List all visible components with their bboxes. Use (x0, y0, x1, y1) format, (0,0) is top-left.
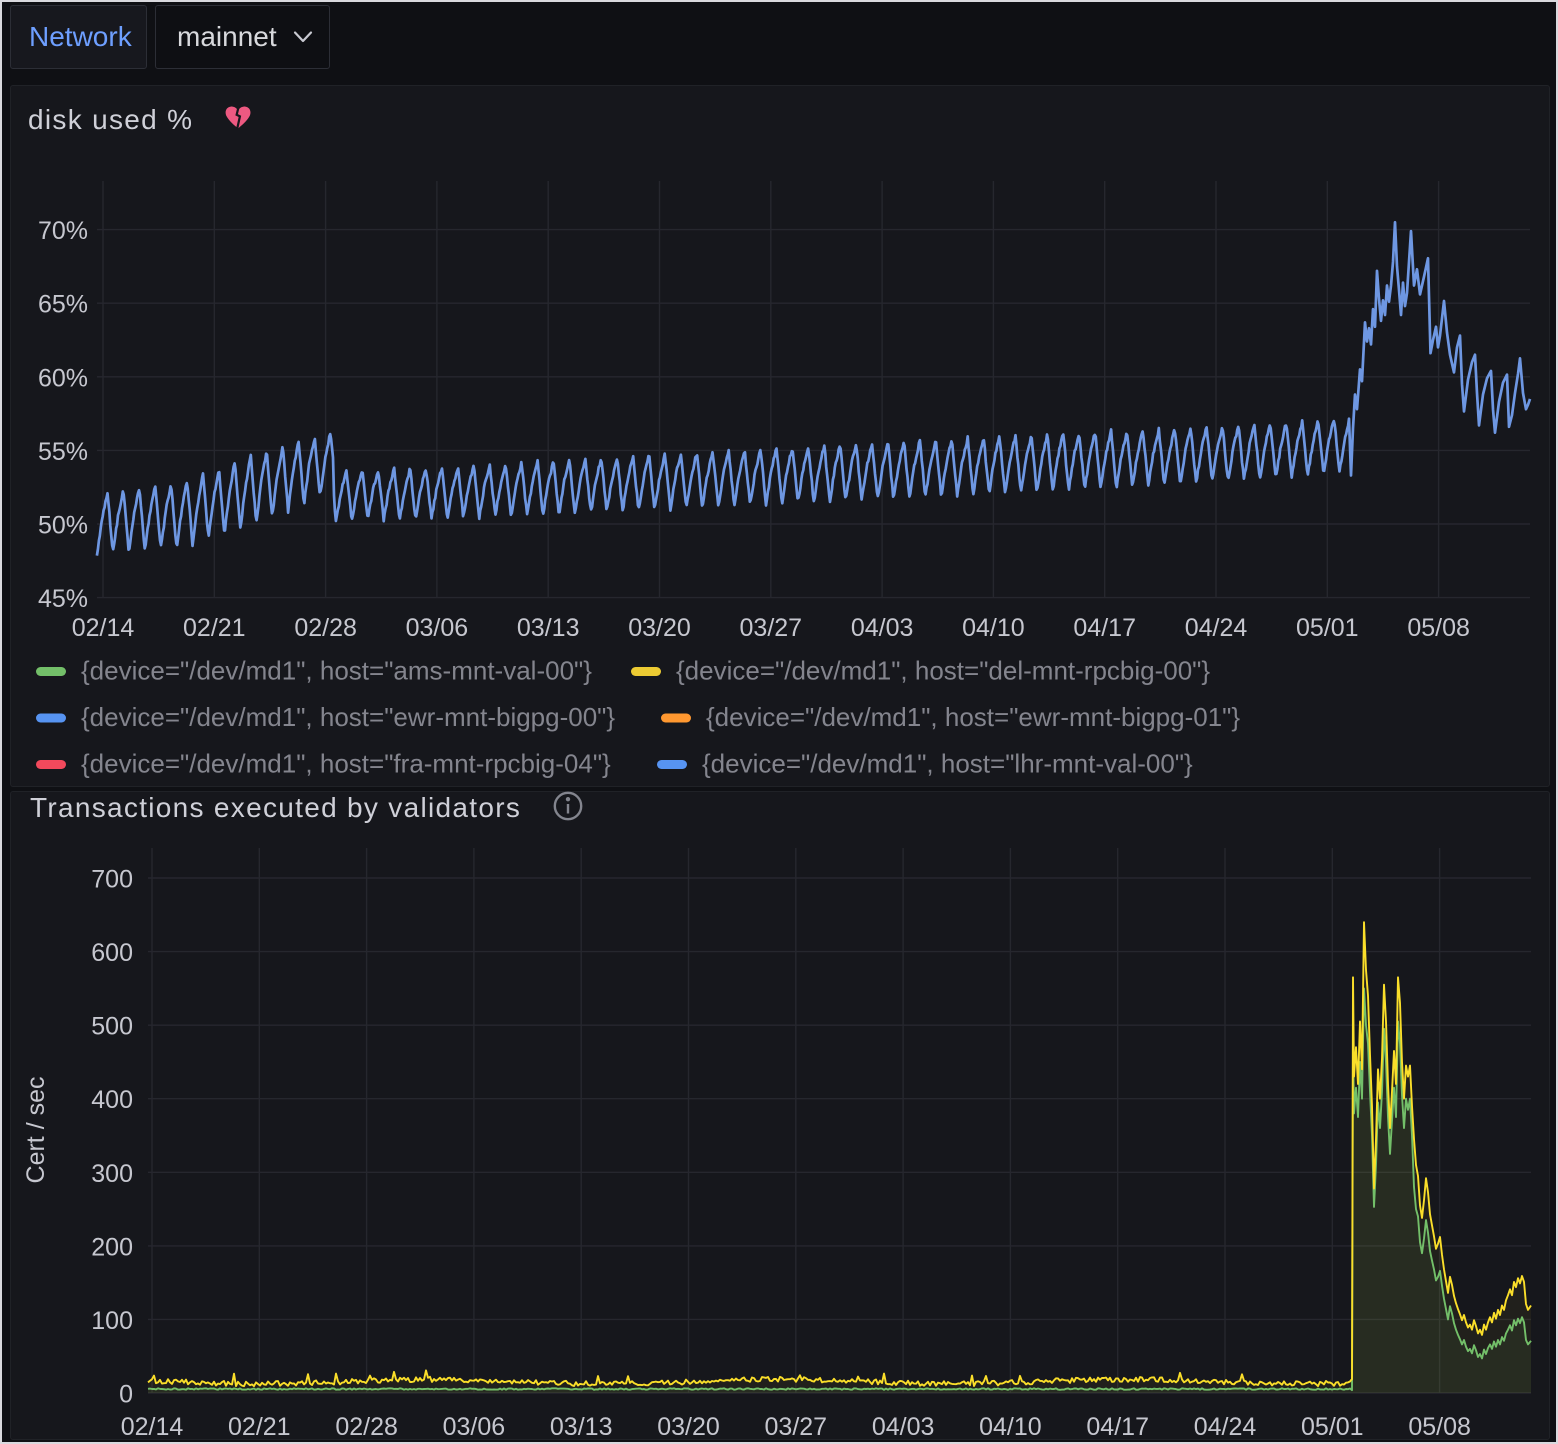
svg-text:200: 200 (91, 1233, 133, 1261)
svg-text:{device="/dev/md1", host="lhr-: {device="/dev/md1", host="lhr-mnt-val-00… (702, 749, 1193, 779)
svg-text:Cert / sec: Cert / sec (22, 1077, 50, 1184)
svg-text:04/17: 04/17 (1073, 614, 1136, 642)
svg-text:02/21: 02/21 (183, 614, 246, 642)
svg-text:04/10: 04/10 (962, 614, 1025, 642)
svg-text:mainnet: mainnet (177, 21, 277, 52)
svg-text:{device="/dev/md1", host="ams-: {device="/dev/md1", host="ams-mnt-val-00… (81, 656, 592, 686)
svg-text:04/24: 04/24 (1185, 614, 1248, 642)
svg-text:02/14: 02/14 (121, 1413, 184, 1441)
svg-text:Network: Network (29, 21, 133, 52)
svg-text:Transactions executed by valid: Transactions executed by validators (30, 792, 521, 823)
svg-text:400: 400 (91, 1086, 133, 1114)
svg-text:03/20: 03/20 (657, 1413, 720, 1441)
svg-text:05/08: 05/08 (1407, 614, 1470, 642)
svg-text:{device="/dev/md1", host="ewr-: {device="/dev/md1", host="ewr-mnt-bigpg-… (706, 702, 1240, 732)
svg-text:500: 500 (91, 1013, 133, 1041)
svg-text:70%: 70% (38, 217, 88, 245)
svg-text:03/13: 03/13 (550, 1413, 613, 1441)
svg-text:45%: 45% (38, 585, 88, 613)
svg-text:03/06: 03/06 (443, 1413, 506, 1441)
svg-text:02/21: 02/21 (228, 1413, 291, 1441)
svg-text:04/10: 04/10 (979, 1413, 1042, 1441)
svg-text:60%: 60% (38, 364, 88, 392)
svg-text:300: 300 (91, 1160, 133, 1188)
svg-text:04/03: 04/03 (851, 614, 914, 642)
svg-text:02/28: 02/28 (294, 614, 357, 642)
svg-text:03/20: 03/20 (628, 614, 691, 642)
svg-text:04/24: 04/24 (1194, 1413, 1257, 1441)
svg-text:03/27: 03/27 (740, 614, 803, 642)
svg-text:{device="/dev/md1", host="fra-: {device="/dev/md1", host="fra-mnt-rpcbig… (81, 749, 611, 779)
svg-text:0: 0 (119, 1381, 133, 1409)
svg-text:05/01: 05/01 (1296, 614, 1359, 642)
svg-text:disk used %: disk used % (28, 104, 193, 135)
svg-text:03/13: 03/13 (517, 614, 580, 642)
svg-text:03/06: 03/06 (406, 614, 469, 642)
svg-text:02/14: 02/14 (72, 614, 135, 642)
svg-text:100: 100 (91, 1307, 133, 1335)
svg-text:02/28: 02/28 (335, 1413, 398, 1441)
svg-text:04/17: 04/17 (1086, 1413, 1149, 1441)
svg-text:03/27: 03/27 (765, 1413, 828, 1441)
svg-text:700: 700 (91, 866, 133, 894)
svg-text:600: 600 (91, 939, 133, 967)
svg-text:{device="/dev/md1", host="del-: {device="/dev/md1", host="del-mnt-rpcbig… (676, 656, 1210, 686)
svg-text:55%: 55% (38, 438, 88, 466)
svg-text:05/08: 05/08 (1408, 1413, 1471, 1441)
svg-text:{device="/dev/md1", host="ewr-: {device="/dev/md1", host="ewr-mnt-bigpg-… (81, 702, 615, 732)
svg-text:65%: 65% (38, 291, 88, 319)
svg-text:05/01: 05/01 (1301, 1413, 1364, 1441)
svg-text:04/03: 04/03 (872, 1413, 935, 1441)
svg-text:50%: 50% (38, 512, 88, 540)
